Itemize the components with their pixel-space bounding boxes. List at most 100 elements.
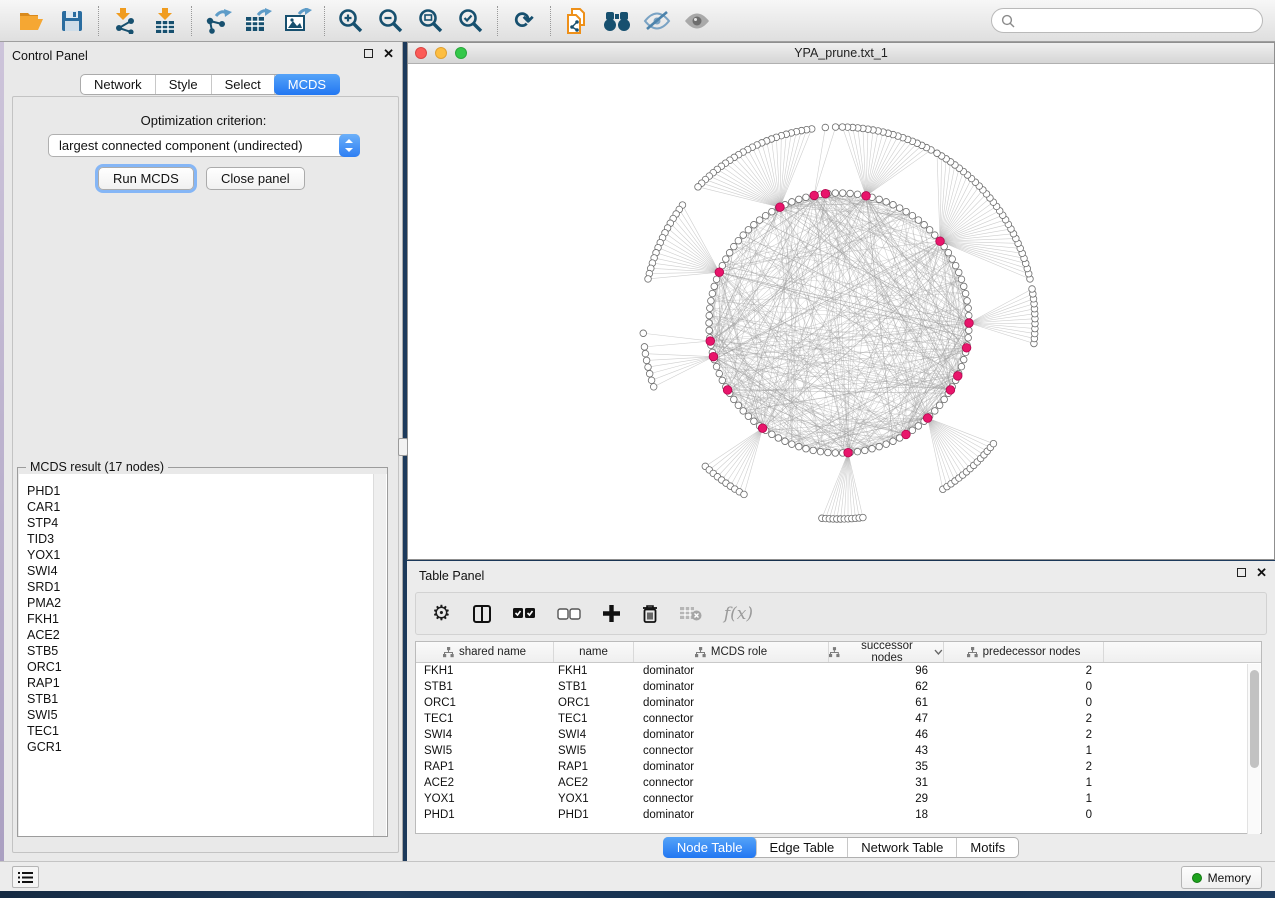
table-row[interactable]: SWI5SWI5connector431 (416, 743, 1261, 759)
mcds-result-item[interactable]: CAR1 (19, 499, 387, 515)
dominator-node[interactable] (844, 448, 853, 457)
table-cell[interactable]: SWI4 (554, 727, 634, 743)
column-header-mcds-role[interactable]: MCDS role (634, 642, 829, 662)
tab-node-table[interactable]: Node Table (663, 837, 758, 858)
dominator-node[interactable] (923, 414, 932, 423)
delete-table-button[interactable] (680, 599, 702, 629)
show-panels-button[interactable] (12, 866, 39, 888)
dominator-node[interactable] (902, 430, 911, 439)
splitter-handle[interactable] (398, 438, 408, 456)
mcds-result-item[interactable]: SRD1 (19, 579, 387, 595)
mcds-result-item[interactable]: PMA2 (19, 595, 387, 611)
dominator-node[interactable] (965, 319, 974, 328)
function-builder-button[interactable]: f(x) (724, 599, 753, 629)
table-cell[interactable]: 2 (944, 759, 1104, 775)
table-row[interactable]: RAP1RAP1dominator352 (416, 759, 1261, 775)
select-all-button[interactable] (513, 599, 535, 629)
refresh-view-button[interactable]: ⟳ (504, 4, 544, 38)
table-cell[interactable]: 1 (944, 791, 1104, 807)
table-cell[interactable]: 43 (829, 743, 944, 759)
float-panel-icon[interactable] (364, 49, 373, 58)
table-cell[interactable]: 61 (829, 695, 944, 711)
table-cell[interactable]: 35 (829, 759, 944, 775)
dominator-node[interactable] (776, 203, 785, 212)
export-network-button[interactable] (198, 4, 238, 38)
table-cell[interactable]: RAP1 (554, 759, 634, 775)
table-cell[interactable]: 2 (944, 663, 1104, 679)
mcds-result-item[interactable]: PHD1 (19, 483, 387, 499)
mcds-list-scrollbar[interactable] (373, 474, 386, 836)
table-cell[interactable]: 18 (829, 807, 944, 823)
dominator-node[interactable] (946, 386, 955, 395)
mcds-result-item[interactable]: ACE2 (19, 627, 387, 643)
table-cell[interactable]: RAP1 (416, 759, 554, 775)
table-cell[interactable]: 46 (829, 727, 944, 743)
dominator-node[interactable] (821, 189, 830, 198)
table-cell[interactable]: 31 (829, 775, 944, 791)
mcds-result-item[interactable]: STB1 (19, 691, 387, 707)
mcds-result-item[interactable]: TEC1 (19, 723, 387, 739)
tab-mcds[interactable]: MCDS (274, 74, 340, 95)
network-window-titlebar[interactable]: YPA_prune.txt_1 (408, 43, 1274, 64)
first-neighbors-button[interactable] (597, 4, 637, 38)
table-cell[interactable]: ACE2 (416, 775, 554, 791)
table-cell[interactable]: FKH1 (416, 663, 554, 679)
table-cell[interactable]: ORC1 (554, 695, 634, 711)
table-cell[interactable]: SWI5 (416, 743, 554, 759)
mcds-result-item[interactable]: TID3 (19, 531, 387, 547)
table-cell[interactable]: 0 (944, 807, 1104, 823)
zoom-fit-button[interactable] (411, 4, 451, 38)
dominator-node[interactable] (715, 268, 724, 277)
mcds-result-item[interactable]: SWI4 (19, 563, 387, 579)
import-table-button[interactable] (145, 4, 185, 38)
table-cell[interactable]: dominator (634, 679, 829, 695)
split-panel-button[interactable] (473, 599, 491, 629)
mcds-result-item[interactable]: RAP1 (19, 675, 387, 691)
table-cell[interactable]: PHD1 (554, 807, 634, 823)
table-cell[interactable]: 29 (829, 791, 944, 807)
tab-motifs[interactable]: Motifs (957, 838, 1018, 857)
column-header-successor-nodes[interactable]: successor nodes (829, 642, 944, 662)
save-session-button[interactable] (52, 4, 92, 38)
table-cell[interactable]: 1 (944, 743, 1104, 759)
table-cell[interactable]: 0 (944, 679, 1104, 695)
dominator-node[interactable] (936, 237, 945, 246)
table-cell[interactable]: dominator (634, 663, 829, 679)
open-file-button[interactable] (12, 4, 52, 38)
zoom-selected-button[interactable] (451, 4, 491, 38)
hide-selected-button[interactable] (637, 4, 677, 38)
table-scrollbar[interactable] (1247, 664, 1260, 834)
table-scrollbar-thumb[interactable] (1250, 670, 1259, 768)
close-panel-button[interactable]: Close panel (206, 167, 305, 190)
column-header-shared-name[interactable]: shared name (416, 642, 554, 662)
mcds-result-item[interactable]: STB5 (19, 643, 387, 659)
dominator-node[interactable] (706, 337, 715, 346)
table-cell[interactable]: ACE2 (554, 775, 634, 791)
table-cell[interactable]: dominator (634, 807, 829, 823)
close-panel-icon[interactable]: ✕ (383, 49, 394, 58)
run-mcds-button[interactable]: Run MCDS (98, 167, 194, 190)
table-cell[interactable]: TEC1 (554, 711, 634, 727)
table-cell[interactable]: dominator (634, 759, 829, 775)
dominator-node[interactable] (962, 344, 971, 353)
column-header-name[interactable]: name (554, 642, 634, 662)
table-cell[interactable]: connector (634, 775, 829, 791)
add-column-button[interactable] (603, 599, 620, 629)
table-row[interactable]: SWI4SWI4dominator462 (416, 727, 1261, 743)
table-row[interactable]: ACE2ACE2connector311 (416, 775, 1261, 791)
mcds-result-item[interactable]: YOX1 (19, 547, 387, 563)
tab-style[interactable]: Style (156, 75, 212, 94)
tab-select[interactable]: Select (212, 75, 275, 94)
table-cell[interactable]: STB1 (416, 679, 554, 695)
export-table-button[interactable] (238, 4, 278, 38)
tab-network-table[interactable]: Network Table (848, 838, 957, 857)
mcds-result-item[interactable]: FKH1 (19, 611, 387, 627)
table-cell[interactable]: ORC1 (416, 695, 554, 711)
zoom-out-button[interactable] (371, 4, 411, 38)
network-graph[interactable] (408, 64, 1274, 559)
table-cell[interactable]: 0 (944, 695, 1104, 711)
dominator-node[interactable] (862, 192, 871, 201)
table-cell[interactable]: FKH1 (554, 663, 634, 679)
dominator-node[interactable] (723, 386, 732, 395)
tab-edge-table[interactable]: Edge Table (756, 838, 848, 857)
